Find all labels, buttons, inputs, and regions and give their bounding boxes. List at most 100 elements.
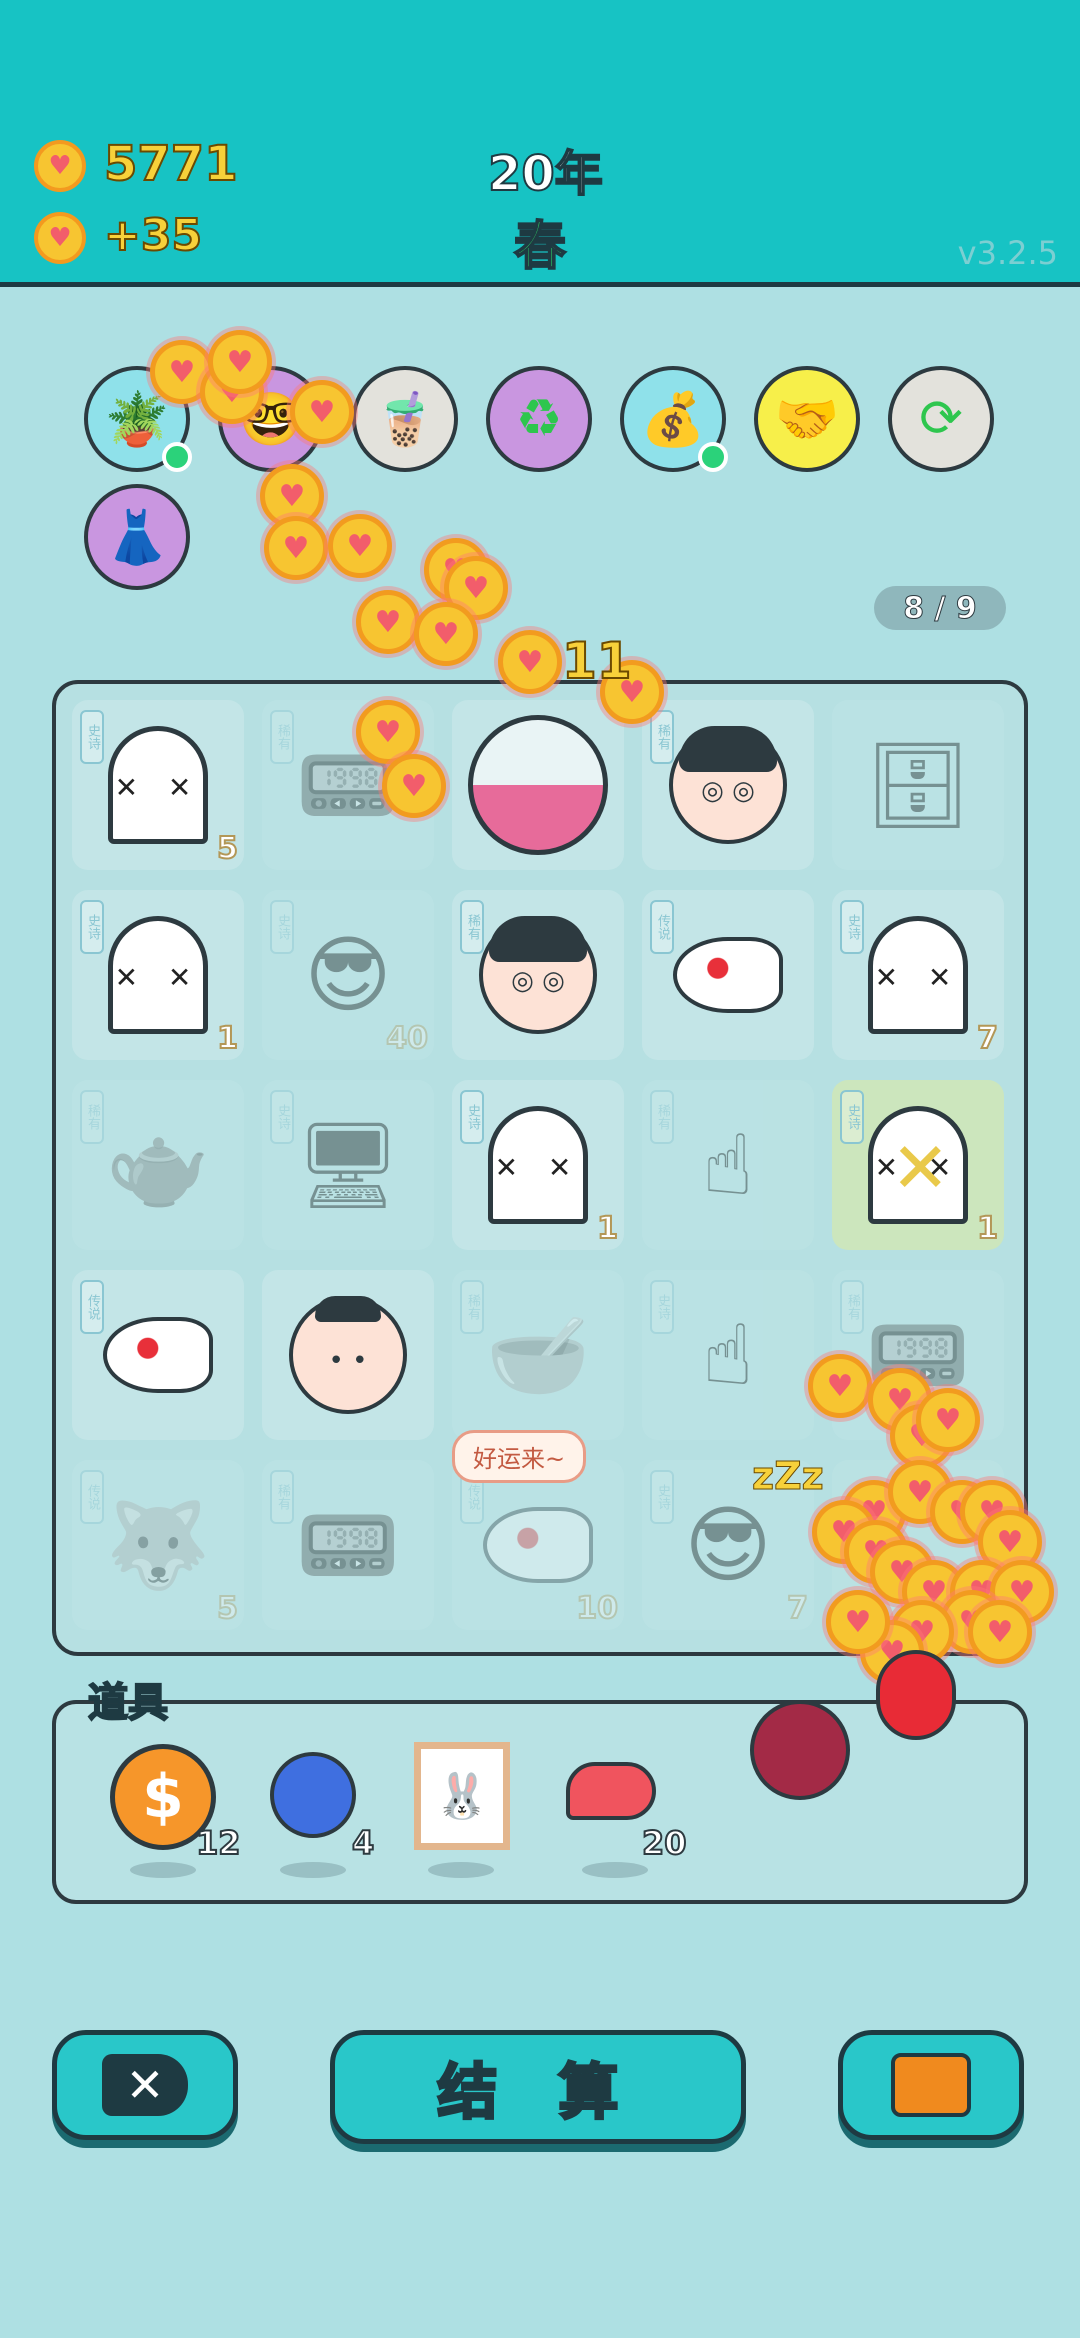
skill-milk-tea[interactable]: 🧋 bbox=[352, 366, 458, 472]
board-cell[interactable]: 传说 bbox=[72, 1270, 244, 1440]
settle-button[interactable]: 结 算 bbox=[330, 2030, 746, 2144]
tools-title: 道具 bbox=[87, 1679, 169, 1727]
board-cell[interactable]: 史诗 ✕ ✕ ✕ 1 bbox=[832, 1080, 1004, 1250]
cell-content: ◎ ◎ bbox=[642, 700, 814, 870]
board-cell[interactable]: 史诗 🖥 bbox=[262, 1080, 434, 1250]
progress-pill: 8 / 9 bbox=[874, 586, 1006, 630]
cell-content: ◎ ◎ bbox=[452, 890, 624, 1060]
koi-fish-icon bbox=[103, 1317, 213, 1393]
board-cell[interactable]: 稀有 📟 bbox=[262, 1460, 434, 1630]
face-features: ◎ ◎ bbox=[701, 776, 755, 806]
koi-fish-icon bbox=[483, 1507, 593, 1583]
flying-coin-icon: ♥ bbox=[498, 630, 562, 694]
board-cell[interactable] bbox=[452, 700, 624, 870]
floating-number: 11 bbox=[561, 631, 633, 691]
handshake-icon: 🤝 bbox=[774, 389, 840, 450]
cell-content bbox=[452, 700, 624, 870]
skill-refresh[interactable]: ⟳ bbox=[888, 366, 994, 472]
face-features: • • bbox=[328, 1346, 368, 1376]
tool-count: 20 bbox=[641, 1823, 688, 1863]
flying-coin-icon: ♥ bbox=[356, 590, 420, 654]
tool-dollar-coin[interactable]: $ 12 bbox=[110, 1744, 242, 1878]
gacha-bowl-icon bbox=[468, 715, 608, 855]
board-cell[interactable]: 史诗 ✕ ✕ 1 bbox=[72, 890, 244, 1060]
green-face-icon: 😎 bbox=[684, 1496, 772, 1594]
glasses-boy-face-icon: ◎ ◎ bbox=[669, 726, 787, 844]
item-count: 10 bbox=[575, 1590, 619, 1627]
flower-pot-icon: 🪴 bbox=[104, 389, 170, 450]
hair-shape bbox=[315, 1296, 381, 1322]
item-count: 1 bbox=[976, 1210, 999, 1247]
briefcase-icon bbox=[891, 2053, 971, 2117]
ghost-icon: ✕ ✕ bbox=[108, 726, 208, 844]
board-cell[interactable]: 稀有 ◎ ◎ bbox=[452, 890, 624, 1060]
coin-icon: ♥ bbox=[34, 140, 86, 192]
skill-money-bag[interactable]: 💰 bbox=[620, 366, 728, 472]
item-count: 1 bbox=[596, 1210, 619, 1247]
glasses-boy-face-icon: ◎ ◎ bbox=[479, 916, 597, 1034]
flying-coin-icon: ♥ bbox=[968, 1600, 1032, 1664]
income-coin-icon: ♥ bbox=[34, 212, 86, 264]
sleep-zzz-icon: zZz bbox=[752, 1454, 825, 1499]
close-tag-icon: ✕ bbox=[102, 2054, 188, 2116]
ghost-icon: ✕ ✕ ✕ bbox=[868, 1106, 968, 1224]
ghost-icon: ✕ ✕ bbox=[868, 916, 968, 1034]
tool-liver[interactable]: 20 bbox=[566, 1762, 688, 1878]
cell-content: 🫖 bbox=[72, 1080, 244, 1250]
speech-bubble: 好运来~ bbox=[452, 1430, 587, 1483]
ghost-icon: ✕ ✕ bbox=[108, 916, 208, 1034]
flying-coin-icon: ♥ bbox=[290, 380, 354, 444]
settle-label: 结 算 bbox=[436, 2056, 639, 2129]
cell-content: 🥣 bbox=[452, 1270, 624, 1440]
recycle-icon: ♻ bbox=[515, 389, 563, 449]
skill-handshake[interactable]: 🤝 bbox=[754, 366, 860, 472]
backpack-button[interactable] bbox=[838, 2030, 1024, 2140]
lychee-icon bbox=[750, 1700, 850, 1800]
cross-mark-icon: ✕ bbox=[891, 1127, 950, 1209]
face-features: ◎ ◎ bbox=[511, 966, 565, 996]
board-cell[interactable]: 史诗 ☝ bbox=[642, 1270, 814, 1440]
item-count: 40 bbox=[385, 1020, 429, 1057]
board-cell[interactable]: 史诗 ✕ ✕ 5 bbox=[72, 700, 244, 870]
cell-content: 🖥 bbox=[262, 1080, 434, 1250]
board-cell[interactable]: 史诗 ✕ ✕ 7 bbox=[832, 890, 1004, 1060]
flying-coin-icon: ♥ bbox=[264, 516, 328, 580]
board-cell[interactable]: 稀有 🫖 bbox=[72, 1080, 244, 1250]
tool-count: 4 bbox=[351, 1823, 375, 1863]
tool-shadow bbox=[130, 1862, 196, 1878]
bald-man-face-icon: • • bbox=[289, 1296, 407, 1414]
version-label: v3.2.5 bbox=[957, 234, 1058, 272]
cell-content: • • bbox=[262, 1270, 434, 1440]
board-cell[interactable]: 稀有 ◎ ◎ bbox=[642, 700, 814, 870]
notification-dot bbox=[162, 442, 192, 472]
green-face-icon: 😎 bbox=[304, 926, 392, 1024]
tool-blueberry[interactable]: 4 bbox=[270, 1752, 375, 1878]
item-count: 5 bbox=[216, 830, 239, 867]
pointing-hand-icon: ☝ bbox=[702, 1306, 754, 1404]
board-cell[interactable]: 传说 10 bbox=[452, 1460, 624, 1630]
skill-recycle[interactable]: ♻ bbox=[486, 366, 592, 472]
tool-bunny-frame[interactable]: 🐰 bbox=[414, 1742, 514, 1878]
gacha-bowl-icon: 🥣 bbox=[485, 1305, 591, 1404]
flying-coin-icon: ♥ bbox=[826, 1590, 890, 1654]
flying-coin-icon: ♥ bbox=[808, 1354, 872, 1418]
board-cell[interactable]: 传说 🐺 5 bbox=[72, 1460, 244, 1630]
board-cell[interactable]: 史诗 😎 40 bbox=[262, 890, 434, 1060]
item-count: 5 bbox=[216, 1590, 239, 1627]
board-cell[interactable]: • • bbox=[262, 1270, 434, 1440]
hair-shape bbox=[679, 726, 777, 772]
tool-shadow bbox=[428, 1862, 494, 1878]
board-cell[interactable]: 稀有 🥣 bbox=[452, 1270, 624, 1440]
quit-button[interactable]: ✕ bbox=[52, 2030, 238, 2140]
year-label: 20年 bbox=[487, 145, 604, 203]
board-cell[interactable]: 传说 bbox=[642, 890, 814, 1060]
teapot-icon: 🫖 bbox=[105, 1115, 211, 1214]
board-cell[interactable]: 稀有 ☝ bbox=[642, 1080, 814, 1250]
milk-tea-icon: 🧋 bbox=[372, 389, 438, 450]
flying-coin-icon: ♥ bbox=[916, 1388, 980, 1452]
coin-income: +35 bbox=[103, 209, 203, 262]
board-cell[interactable]: 史诗 ✕ ✕ 1 bbox=[452, 1080, 624, 1250]
board-cell[interactable]: 🗄 bbox=[832, 700, 1004, 870]
skill-skirt[interactable]: 👗 bbox=[84, 484, 190, 590]
flying-coin-icon: ♥ bbox=[208, 330, 272, 394]
